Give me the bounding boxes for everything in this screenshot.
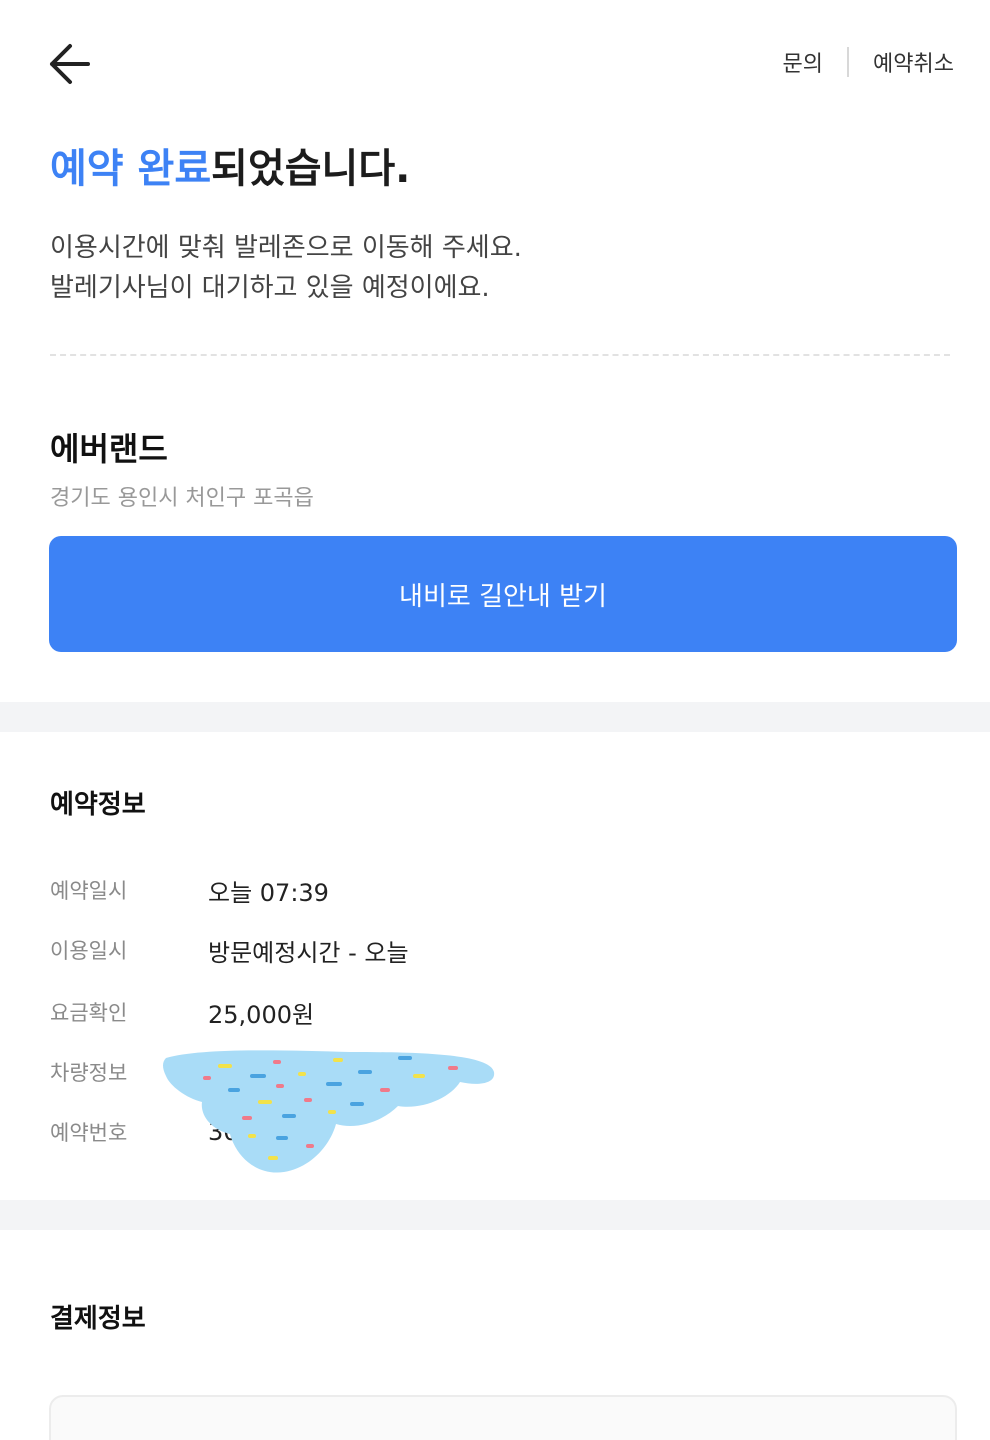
guide-line-2: 발레기사님이 대기하고 있을 예정이에요. xyxy=(50,273,490,303)
page-title-accent: 예약 완료 xyxy=(50,146,212,192)
payment-info-box xyxy=(49,1395,957,1440)
payment-info-title: 결제정보 xyxy=(50,1304,146,1334)
back-button[interactable] xyxy=(40,36,100,96)
divider xyxy=(847,47,850,77)
info-value: 오늘 07:39 xyxy=(208,878,329,907)
page-title: 예약 완료되었습니다. xyxy=(50,136,410,194)
info-row-reserved-at: 예약일시 오늘 07:39 xyxy=(50,870,329,910)
info-label: 요금확인 xyxy=(50,1001,128,1025)
place-address: 경기도 용인시 처인구 포곡읍 xyxy=(50,486,314,511)
section-separator xyxy=(0,702,990,732)
inquiry-link[interactable]: 문의 xyxy=(783,46,823,78)
info-label: 예약일시 xyxy=(50,879,128,903)
navigation-button[interactable]: 내비로 길안내 받기 xyxy=(49,536,957,652)
info-value: 방문예정시간 - 오늘 xyxy=(208,938,409,967)
section-separator xyxy=(0,1200,990,1230)
arrow-left-icon xyxy=(50,44,90,84)
reservation-info-title: 예약정보 xyxy=(50,790,146,820)
info-row-use-time: 이용일시 방문예정시간 - 오늘 xyxy=(50,930,409,970)
page-title-rest: 되었습니다. xyxy=(211,146,411,192)
guide-text: 이용시간에 맞춰 발레존으로 이동해 주세요. 발레기사님이 대기하고 있을 예… xyxy=(50,228,940,308)
cancel-reservation-link[interactable]: 예약취소 xyxy=(873,46,954,78)
info-label: 이용일시 xyxy=(50,939,128,963)
place-name: 에버랜드 xyxy=(50,430,168,468)
top-bar: 문의 예약취소 xyxy=(0,0,990,130)
top-actions: 문의 예약취소 xyxy=(783,46,954,78)
redaction-scribble xyxy=(163,1050,495,1173)
guide-line-1: 이용시간에 맞춰 발레존으로 이동해 주세요. xyxy=(50,233,522,263)
dashed-divider xyxy=(50,354,950,356)
info-value: 25,000원 xyxy=(208,1000,315,1029)
info-row-fee: 요금확인 25,000원 xyxy=(50,992,314,1032)
